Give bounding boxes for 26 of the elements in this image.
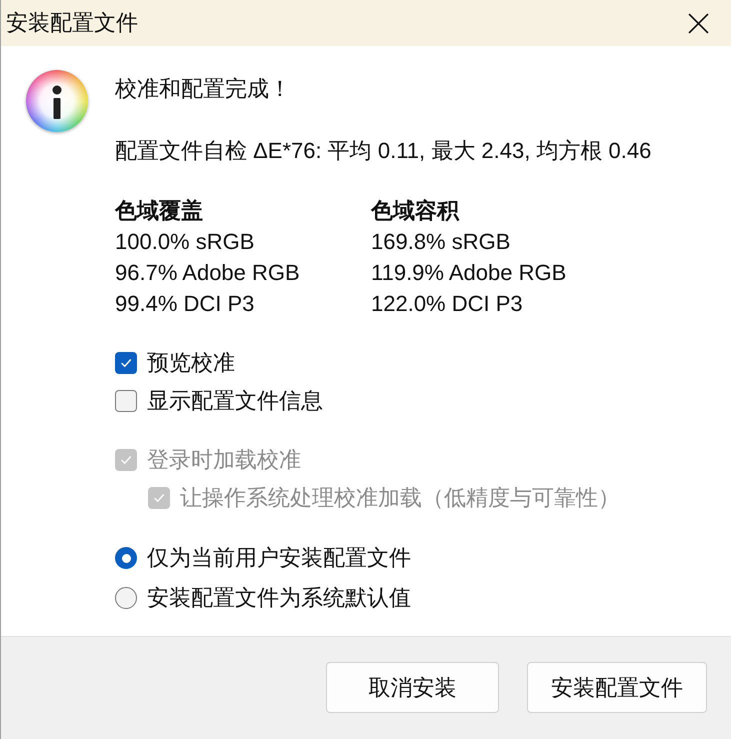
checkbox-label[interactable]: 预览校准	[147, 348, 235, 378]
radio-label[interactable]: 仅为当前用户安装配置文件	[147, 543, 411, 573]
checkbox-label[interactable]: 显示配置文件信息	[147, 386, 323, 416]
radio-button[interactable]	[115, 587, 137, 609]
gamut-value: 119.9% Adobe RGB	[371, 259, 568, 287]
radio-label[interactable]: 安装配置文件为系统默认值	[147, 583, 411, 613]
gamut-value: 122.0% DCI P3	[371, 290, 524, 318]
gamut-value: 169.8% sRGB	[371, 228, 512, 256]
gamut-value: 100.0% sRGB	[115, 228, 256, 256]
gamut-heading: 色域覆盖	[115, 197, 204, 225]
info-icon	[26, 70, 88, 132]
checkbox[interactable]	[115, 390, 137, 412]
self-check-result: 配置文件自检 ΔE*76: 平均 0.11, 最大 2.43, 均方根 0.46	[115, 137, 652, 165]
radio-button[interactable]	[115, 547, 137, 569]
completion-heading: 校准和配置完成！	[115, 75, 292, 103]
gamut-heading: 色域容积	[371, 197, 460, 225]
dialog-button[interactable]: 取消安装	[326, 662, 499, 713]
close-icon	[688, 12, 708, 34]
checkbox[interactable]	[115, 352, 137, 374]
window-title: 安装配置文件	[6, 9, 138, 37]
check-icon	[154, 494, 164, 502]
check-icon	[121, 456, 131, 464]
dialog-button[interactable]: 安装配置文件	[527, 662, 707, 713]
gamut-value: 96.7% Adobe RGB	[115, 259, 301, 287]
check-icon	[121, 359, 131, 367]
gamut-value: 99.4% DCI P3	[115, 290, 256, 318]
